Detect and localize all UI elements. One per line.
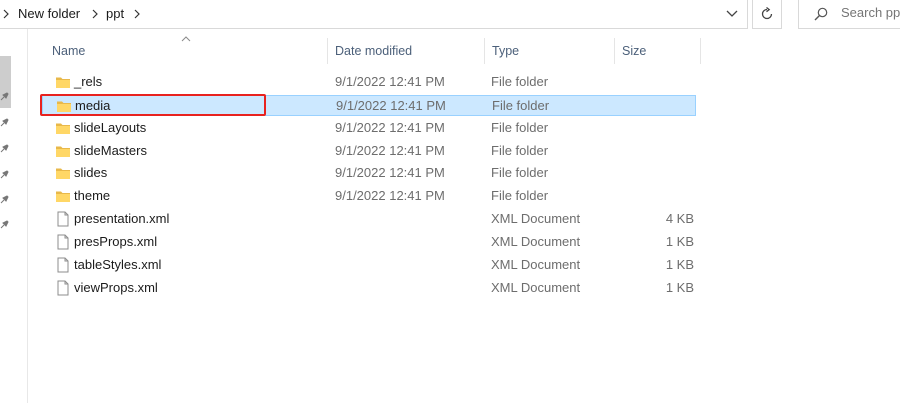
file-date-modified: 9/1/2022 12:41 PM [336,98,446,113]
pin-icon[interactable] [0,92,9,101]
folder-icon [55,120,71,136]
search-box[interactable] [798,0,900,29]
column-divider[interactable] [700,38,701,64]
document-icon [55,257,71,273]
file-date-modified: 9/1/2022 12:41 PM [335,143,445,158]
sort-ascending-icon [181,36,191,42]
breadcrumb-chevron-icon[interactable] [92,9,98,19]
column-header-name[interactable]: Name [52,44,85,58]
column-header-size[interactable]: Size [622,44,646,58]
breadcrumb-item-ppt[interactable]: ppt [106,6,124,22]
file-name: slides [74,165,108,180]
file-row-slidemasters[interactable]: slideMasters 9/1/2022 12:41 PM File folder [42,141,696,162]
column-divider[interactable] [484,38,485,64]
file-date-modified: 9/1/2022 12:41 PM [335,188,445,203]
file-size: 4 KB [665,211,694,226]
file-date-modified: 9/1/2022 12:41 PM [335,120,445,135]
column-header-type[interactable]: Type [492,44,519,58]
pin-icon[interactable] [0,144,9,153]
navigation-pane[interactable] [0,29,28,403]
file-size: 1 KB [665,280,694,295]
pin-icon[interactable] [0,220,9,229]
file-date-modified: 9/1/2022 12:41 PM [335,165,445,180]
chevron-down-icon [726,10,738,17]
file-type: XML Document [491,234,581,249]
file-explorer-window: New folder ppt Name Date modified [0,0,900,403]
pin-icon[interactable] [0,195,9,204]
file-type: File folder [491,143,549,158]
file-type: File folder [491,74,549,89]
file-row-media[interactable]: media 9/1/2022 12:41 PM File folder [42,95,696,116]
file-name: slideMasters [74,143,147,158]
file-type: XML Document [491,280,581,295]
file-size: 1 KB [665,234,694,249]
document-icon [55,211,71,227]
column-divider[interactable] [614,38,615,64]
file-date-modified: 9/1/2022 12:41 PM [335,74,445,89]
breadcrumb-item-new-folder[interactable]: New folder [18,6,80,22]
file-name: slideLayouts [74,120,147,135]
folder-icon [55,143,71,159]
file-row-presentation-xml[interactable]: presentation.xml XML Document 4 KB [42,209,696,230]
file-type: XML Document [491,257,581,272]
file-type: File folder [491,165,549,180]
file-name: presProps.xml [74,234,158,249]
file-row-slidelayouts[interactable]: slideLayouts 9/1/2022 12:41 PM File folder [42,118,696,139]
address-bar[interactable]: New folder ppt [0,0,748,29]
column-header-date-modified[interactable]: Date modified [335,44,412,58]
file-row-tablestyles-xml[interactable]: tableStyles.xml XML Document 1 KB [42,255,696,276]
file-row-viewprops-xml[interactable]: viewProps.xml XML Document 1 KB [42,278,696,299]
document-icon [55,234,71,250]
folder-icon [55,165,71,181]
file-name: presentation.xml [74,211,170,226]
folder-icon [56,98,72,114]
breadcrumb-chevron-icon[interactable] [3,9,9,19]
file-name: viewProps.xml [74,280,158,295]
folder-icon [55,74,71,90]
breadcrumb-chevron-icon[interactable] [134,9,140,19]
file-row-rels[interactable]: _rels 9/1/2022 12:41 PM File folder [42,72,696,93]
refresh-icon [761,7,773,20]
pin-icon[interactable] [0,118,9,127]
file-type: File folder [492,98,550,113]
file-row-theme[interactable]: theme 9/1/2022 12:41 PM File folder [42,186,696,207]
file-name: _rels [74,74,103,89]
file-name: media [75,98,111,113]
column-divider[interactable] [327,38,328,64]
document-icon [55,280,71,296]
file-type: XML Document [491,211,581,226]
search-icon [814,7,828,21]
file-row-presprops-xml[interactable]: presProps.xml XML Document 1 KB [42,232,696,253]
file-name: theme [74,188,111,203]
file-row-slides[interactable]: slides 9/1/2022 12:41 PM File folder [42,163,696,184]
pin-icon[interactable] [0,170,9,179]
file-type: File folder [491,120,549,135]
search-input[interactable] [841,5,900,20]
refresh-button[interactable] [752,0,782,29]
file-size: 1 KB [665,257,694,272]
file-name: tableStyles.xml [74,257,162,272]
address-history-dropdown-button[interactable] [721,4,743,24]
folder-icon [55,188,71,204]
file-type: File folder [491,188,549,203]
